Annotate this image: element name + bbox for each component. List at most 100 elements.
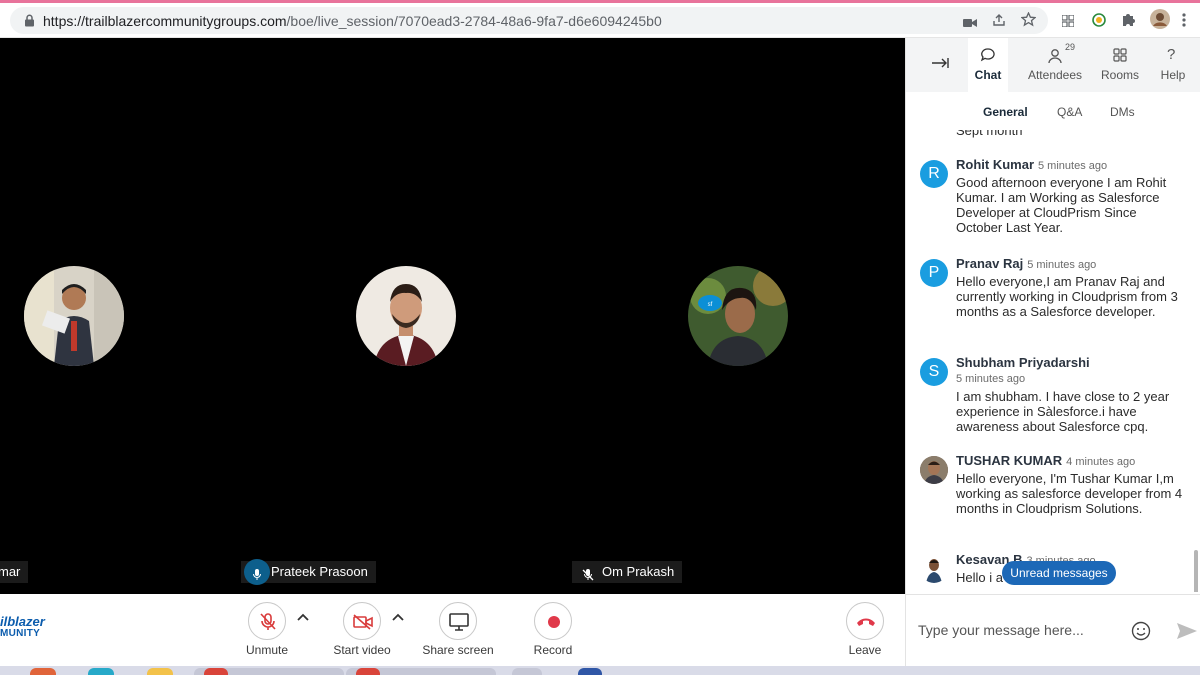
sender-name-text: Pranav Raj — [956, 256, 1024, 271]
taskbar-app-icon — [356, 668, 380, 675]
avatar: S — [920, 358, 948, 386]
mic-off-icon — [260, 613, 276, 630]
monitor-icon — [449, 613, 469, 631]
message-text: Hello everyone,I am Pranav Raj and curre… — [956, 274, 1178, 319]
unmute-label: Unmute — [245, 643, 289, 657]
video-stage: sf mar Prateek Prasoon Om Prakash — [0, 38, 905, 594]
message-text: I am shubham. I have close to 2 year exp… — [956, 389, 1170, 434]
message-time: 5 minutes ago — [956, 373, 1026, 385]
send-icon[interactable] — [1176, 621, 1198, 641]
chat-message: P Pranav Raj 5 minutes ago Hello everyone… — [906, 256, 1191, 336]
taskbar-app-icon[interactable] — [30, 668, 56, 675]
chat-message-list[interactable]: Sept month R Rohit Kumar 5 minutes ago Go… — [906, 130, 1200, 592]
os-taskbar — [0, 666, 1200, 675]
start-video-button[interactable] — [343, 602, 381, 640]
leave-label: Leave — [848, 643, 882, 657]
subtab-general[interactable]: General — [983, 105, 1028, 119]
logo-line-1: ilblazer — [0, 614, 45, 629]
taskbar-app-icon[interactable] — [88, 668, 114, 675]
camera-icon[interactable] — [963, 15, 977, 33]
attendees-icon — [1048, 49, 1062, 64]
avatar — [920, 555, 948, 583]
unmute-button[interactable] — [248, 602, 286, 640]
share-screen-button[interactable] — [439, 602, 477, 640]
subtab-qa[interactable]: Q&A — [1057, 105, 1082, 119]
help-question-icon: ? — [1167, 46, 1176, 63]
participant-name-tag-2: Prateek Prasoon — [241, 559, 376, 585]
bookmark-star-icon[interactable] — [1020, 11, 1037, 32]
message-text: Good afternoon everyone I am Rohit Kumar… — [956, 175, 1167, 235]
tab-rooms-label: Rooms — [1100, 68, 1139, 82]
chat-message: R Rohit Kumar 5 minutes ago Good afternoo… — [906, 157, 1191, 237]
taskbar-app-icon[interactable] — [147, 668, 173, 675]
record-button[interactable] — [534, 602, 572, 640]
user-photo-icon — [920, 555, 948, 583]
tab-help[interactable]: ? Help — [1152, 38, 1194, 92]
url-field[interactable]: https://trailblazercommunitygroups.com/b… — [10, 7, 1048, 34]
chat-message: S Shubham Priyadarshi 5 minutes ago I am… — [906, 355, 1191, 435]
sender-name-text: Rohit Kumar — [956, 157, 1034, 172]
svg-text:sf: sf — [708, 302, 713, 308]
chat-message: TUSHAR KUMAR 4 minutes ago Hello everyone… — [906, 453, 1191, 533]
taskbar-app-icon — [204, 668, 228, 675]
chat-scrollbar[interactable] — [1194, 550, 1198, 592]
chat-composer — [906, 594, 1200, 666]
tab-help-label: Help — [1160, 68, 1186, 82]
sender-name-text: TUSHAR KUMAR — [956, 453, 1063, 468]
user-photo-icon — [920, 456, 948, 484]
sender-name: Shubham Priyadarshi — [956, 355, 1090, 370]
record-dot-icon — [548, 616, 560, 628]
subtab-dms[interactable]: DMs — [1110, 105, 1135, 119]
chat-message-input[interactable] — [918, 619, 1118, 641]
sender-name: Pranav Raj 5 minutes ago — [956, 256, 1096, 271]
collapse-panel-icon[interactable] — [931, 56, 949, 74]
record-label: Record — [533, 643, 573, 657]
url-text: https://trailblazercommunitygroups.com/b… — [43, 13, 662, 29]
participant-name: Om Prakash — [602, 564, 675, 579]
chat-subtabs: General Q&A DMs — [906, 92, 1200, 130]
puzzle-icon[interactable] — [1121, 12, 1136, 32]
logo-line-2: MUNITY — [0, 628, 41, 639]
sender-name: TUSHAR KUMAR 4 minutes ago — [956, 453, 1135, 468]
share-screen-label: Share screen — [422, 643, 494, 657]
avatar: P — [920, 259, 948, 287]
message-time: 5 minutes ago — [1038, 160, 1108, 172]
mic-muted-icon — [582, 566, 594, 588]
tab-attendees[interactable]: 29 Attendees — [1020, 38, 1090, 92]
side-panel: Chat 29 Attendees Rooms ? Help General Q… — [905, 38, 1200, 666]
video-options-chevron-icon[interactable] — [392, 613, 404, 621]
participant-name-tag-1: mar — [0, 561, 29, 583]
chat-bubble-icon — [980, 48, 995, 62]
panel-tabs: Chat 29 Attendees Rooms ? Help — [906, 38, 1200, 92]
lock-icon — [24, 14, 35, 32]
tab-chat[interactable]: Chat — [968, 38, 1008, 92]
unread-messages-button[interactable]: Unread messages — [1002, 561, 1116, 585]
trailblazer-logo: ilblazer MUNITY — [0, 614, 45, 640]
url-host: https://trailblazercommunitygroups.com — [43, 13, 287, 29]
browser-address-bar: https://trailblazercommunitygroups.com/b… — [0, 3, 1200, 38]
rooms-grid-icon — [1113, 48, 1127, 62]
start-video-label: Start video — [333, 643, 391, 657]
video-off-icon — [353, 614, 373, 630]
extensions-grid-icon[interactable] — [1061, 14, 1075, 32]
message-time: 5 minutes ago — [1027, 259, 1097, 271]
participant-name: Prateek Prasoon — [271, 564, 368, 579]
participant-name: mar — [0, 564, 21, 579]
tab-rooms[interactable]: Rooms — [1094, 38, 1146, 92]
leave-button[interactable] — [846, 602, 884, 640]
participant-avatar-3: sf — [688, 266, 788, 366]
participant-avatar-2 — [356, 266, 456, 366]
hang-up-icon — [857, 618, 875, 626]
participant-name-tag-3: Om Prakash — [572, 561, 683, 583]
meeting-toolbar: ilblazer MUNITY Unmute Start video Share… — [0, 594, 905, 666]
mic-active-icon — [253, 566, 261, 588]
browser-menu-icon[interactable] — [1182, 13, 1186, 32]
profile-avatar-icon[interactable] — [1150, 9, 1170, 34]
taskbar-app-icon[interactable] — [512, 668, 542, 675]
taskbar-app-icon[interactable] — [578, 668, 602, 675]
emoji-icon[interactable] — [1131, 621, 1151, 641]
extension-icon[interactable] — [1092, 13, 1106, 32]
unmute-options-chevron-icon[interactable] — [297, 613, 309, 621]
share-icon[interactable] — [992, 13, 1006, 32]
message-text: Hello everyone, I'm Tushar Kumar I,m wor… — [956, 471, 1183, 516]
